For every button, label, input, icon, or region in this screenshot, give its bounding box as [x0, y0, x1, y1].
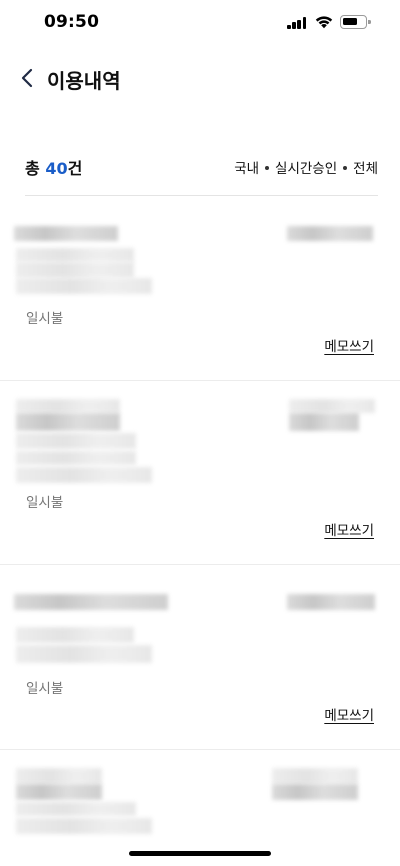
transaction-item[interactable]: 일시불 메모쓰기	[0, 196, 400, 380]
battery-icon	[340, 15, 371, 29]
cellular-signal-icon	[287, 16, 307, 29]
redacted-amount	[287, 594, 375, 610]
separator-dot-icon	[343, 166, 348, 170]
redacted-detail	[16, 262, 134, 278]
total-prefix: 총	[25, 159, 40, 178]
redacted-detail	[16, 248, 134, 262]
status-time: 09:50	[44, 12, 100, 32]
filter-approval: 실시간승인	[275, 161, 338, 177]
redacted-amount	[272, 768, 358, 784]
redacted-amount	[272, 784, 358, 800]
redacted-merchant	[16, 413, 120, 431]
redacted-date	[16, 278, 152, 294]
filter-region: 국내	[234, 161, 260, 177]
filter-scope: 전체	[353, 161, 378, 177]
summary-row: 총 40건 국내 실시간승인 전체	[25, 155, 378, 179]
home-indicator[interactable]	[129, 851, 271, 856]
separator-dot-icon	[265, 166, 270, 170]
write-memo-link[interactable]: 메모쓰기	[324, 335, 374, 355]
write-memo-link[interactable]: 메모쓰기	[324, 704, 374, 724]
page-title: 이용내역	[47, 69, 121, 93]
redacted-merchant	[14, 226, 118, 241]
payment-type: 일시불	[26, 311, 64, 327]
redacted-merchant	[14, 594, 168, 610]
redacted-amount	[289, 399, 375, 413]
redacted-detail	[16, 818, 152, 834]
total-count: 총 40건	[25, 155, 82, 179]
redacted-amount	[289, 413, 359, 431]
redacted-merchant	[16, 399, 120, 413]
redacted-merchant	[16, 768, 102, 784]
redacted-detail	[16, 451, 136, 465]
redacted-date	[16, 467, 152, 483]
nav-bar: 이용내역	[0, 56, 400, 100]
redacted-detail	[16, 627, 134, 643]
total-count-value: 40	[45, 159, 68, 178]
redacted-amount	[287, 226, 373, 241]
status-bar: 09:50	[0, 0, 400, 46]
filter-selector[interactable]: 국내 실시간승인 전체	[234, 157, 378, 177]
transaction-item[interactable]: 일시불 메모쓰기	[0, 381, 400, 564]
redacted-detail	[16, 802, 136, 816]
transaction-item[interactable]	[0, 750, 400, 866]
redacted-date	[16, 645, 152, 663]
transaction-item[interactable]: 일시불 메모쓰기	[0, 565, 400, 749]
payment-type: 일시불	[26, 681, 64, 697]
payment-type: 일시불	[26, 495, 64, 511]
write-memo-link[interactable]: 메모쓰기	[324, 519, 374, 539]
total-suffix: 건	[67, 159, 83, 178]
wifi-icon	[315, 16, 333, 29]
redacted-detail	[16, 433, 136, 449]
back-chevron-icon[interactable]	[16, 64, 40, 92]
redacted-merchant	[16, 784, 102, 800]
